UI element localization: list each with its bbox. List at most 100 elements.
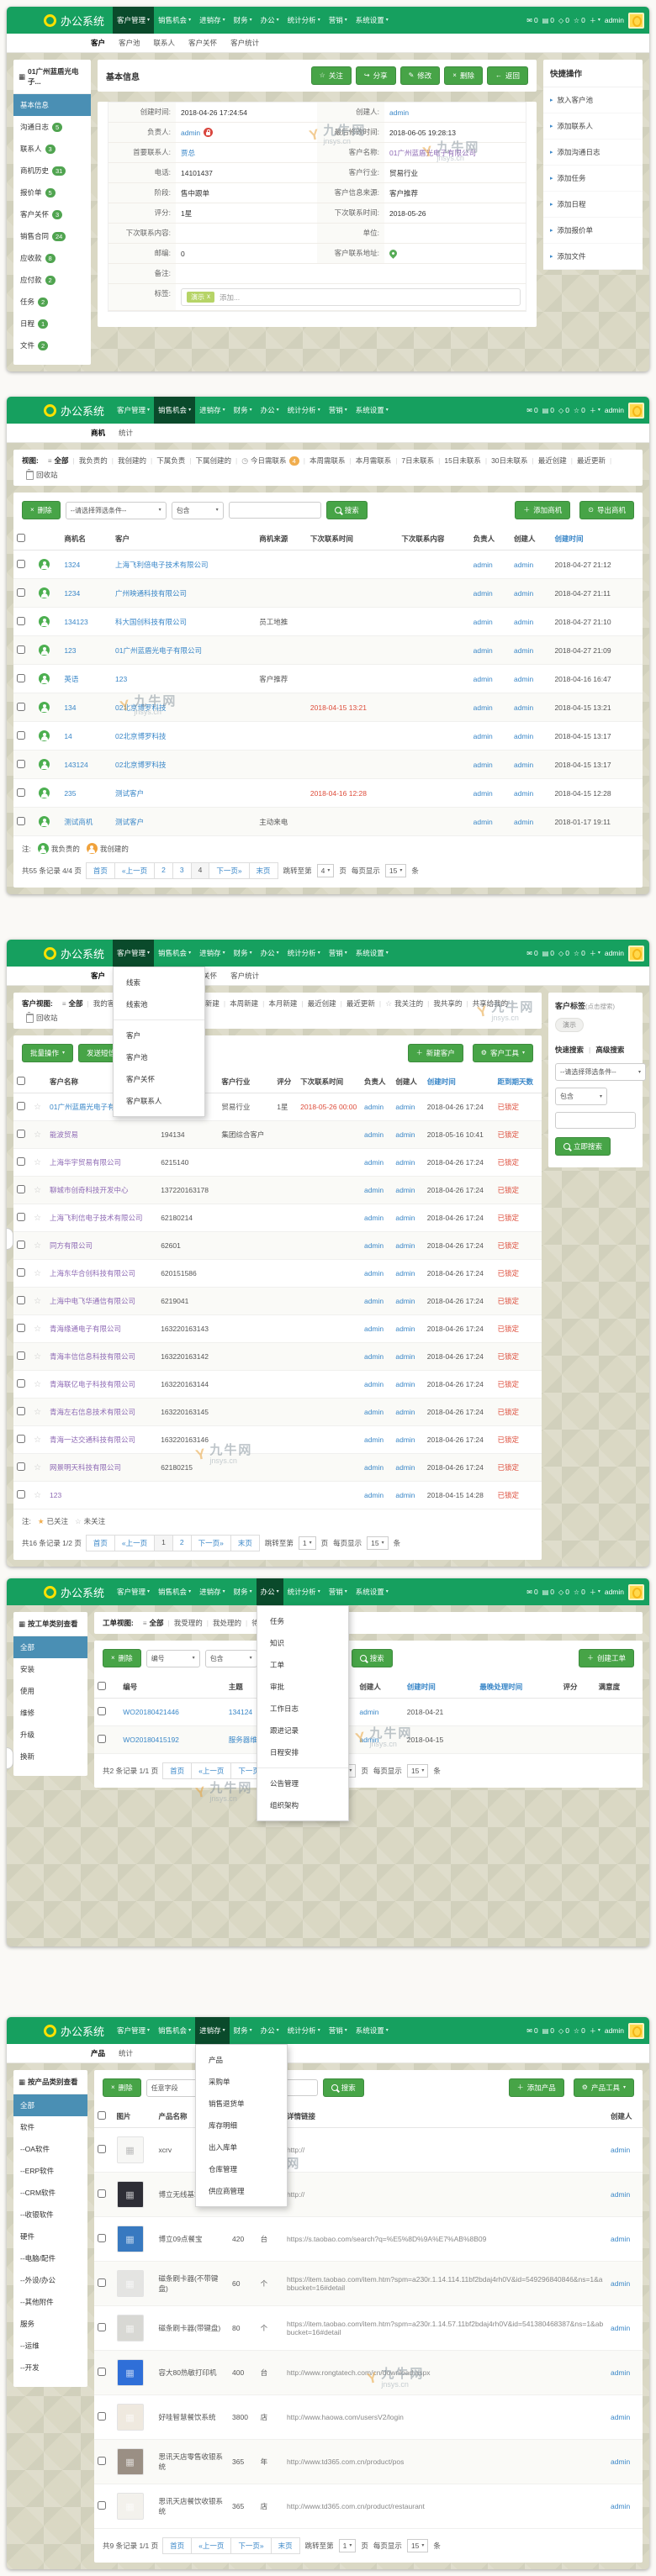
cell-url[interactable]: https://item.taobao.com/item.htm?spm=a23… [283,2262,607,2306]
sidebar-item-2[interactable]: 联系人3 [13,138,91,160]
calendar-icon[interactable]: ▤0 [542,1588,554,1596]
subnav-item-0[interactable]: 客户 [91,971,105,981]
view-filter-4[interactable]: 下属创建的 [191,456,235,466]
handheld-terminal[interactable]: ▦ [117,2226,144,2252]
nav-menu-5[interactable]: 统计分析▾ [283,940,325,967]
nav-menu-2[interactable]: 进销存▾ [195,2017,230,2044]
dropdown-item-0-1[interactable]: 知识 [257,1632,348,1654]
view-filter-5[interactable]: ◷今日需联系4 [237,456,304,466]
nav-menu-2[interactable]: 进销存▾ [195,7,230,34]
nav-menu-5[interactable]: 统计分析▾ [283,2017,325,2044]
page-button-3[interactable]: 末页 [271,2537,300,2554]
plus-button[interactable]: ＋添加商机 [515,501,570,519]
cell-creator[interactable]: admin [607,2484,643,2529]
view-filter-9[interactable]: 15日未联系 [440,456,484,466]
follow-star-icon[interactable]: ☆ [34,1297,41,1306]
dropdown-item-0-6[interactable]: 供应商管理 [196,2180,287,2202]
nav-menu-3[interactable]: 财务▾ [230,1578,257,1605]
cell-owner[interactable]: admin [361,1426,392,1454]
card-reader-keypad[interactable]: ▦ [117,2315,144,2342]
nav-menu-3[interactable]: 财务▾ [230,397,257,424]
mail-icon[interactable]: ✉0 [526,1588,537,1596]
tool-button[interactable]: ⚙客户工具▾ [473,1044,533,1062]
cell-owner[interactable]: admin [470,550,511,579]
cell-owner[interactable]: admin [470,665,511,693]
view-filter-6[interactable]: 本周需联系 [305,456,350,466]
user-name[interactable]: admin [605,1588,624,1596]
cell-name[interactable]: 青海联亿电子科技有限公司 [46,1371,157,1399]
page-button-1[interactable]: «上一页 [114,862,155,879]
nav-menu-5[interactable]: 统计分析▾ [283,397,325,424]
field-value-text[interactable]: 01广州蓝盾光电子有限公司 [389,148,476,158]
nav-menu-0[interactable]: 客户管理▾ [113,1578,154,1605]
cell-name[interactable]: 英语 [61,665,112,693]
view-filter-13[interactable]: 回收站 [22,470,62,480]
cell-name[interactable]: 134 [61,693,112,722]
row-checkbox[interactable] [17,1379,25,1388]
cell-creator[interactable]: admin [607,2395,643,2440]
cell-creator[interactable]: admin [392,1343,423,1371]
view-filter-1[interactable]: 我负责的 [75,456,112,466]
add-product-button[interactable]: ＋添加产品 [509,2078,564,2097]
cell-creator[interactable]: admin [607,2262,643,2306]
create-workorder-button[interactable]: ＋创建工单 [579,1649,634,1667]
filter-field-select[interactable]: --请选择筛选条件--▾ [66,502,167,519]
retail-pos[interactable]: ▦ [117,2448,144,2475]
follow-star-icon[interactable]: ☆ [34,1436,41,1445]
calendar-icon[interactable]: ▤0 [542,406,554,414]
cell-owner[interactable]: admin [470,579,511,608]
sidebar-item-11[interactable]: 文件2 [13,335,91,356]
user-name[interactable]: admin [605,406,624,414]
cell-name[interactable]: 上海中电飞华通信有限公司 [46,1288,157,1315]
cell-owner[interactable]: admin [361,1288,392,1315]
cell-creator[interactable]: admin [511,550,551,579]
sidebar-item-1[interactable]: 软件 [13,2116,87,2138]
calendar-icon[interactable]: ▤0 [542,2026,554,2035]
cell-name[interactable]: 1324 [61,550,112,579]
view-filter-4[interactable]: 本周新建 [225,998,262,1009]
nav-menu-3[interactable]: 财务▾ [230,7,257,34]
nav-menu-7[interactable]: 系统设置▾ [352,940,393,967]
cell-owner[interactable]: admin [470,693,511,722]
cell-name[interactable]: 测试商机 [61,808,112,836]
delete-button[interactable]: ×删除 [22,501,61,519]
page-button-1[interactable]: «上一页 [191,1762,231,1779]
nav-menu-4[interactable]: 办公▾ [257,1578,283,1605]
row-checkbox[interactable] [98,1682,106,1690]
diamond-icon[interactable]: ◇0 [558,2026,569,2035]
mail-icon[interactable]: ✉0 [526,949,537,957]
quick-action-0[interactable]: ▸放入客户池 [543,87,643,113]
user-name[interactable]: admin [605,2026,624,2035]
nav-menu-7[interactable]: 系统设置▾ [352,1578,393,1605]
cell-owner[interactable]: admin [470,751,511,779]
follow-star-icon[interactable]: ☆ [34,1325,41,1334]
star-icon[interactable]: ☆0 [574,2026,585,2035]
cell-owner[interactable]: admin [361,1454,392,1482]
subnav-item-4[interactable]: 客户统计 [230,38,259,48]
row-checkbox[interactable] [17,560,25,568]
subnav-item-1[interactable]: 统计 [119,428,133,438]
row-checkbox[interactable] [98,2457,106,2465]
follow-star-icon[interactable]: ☆ [34,1186,41,1195]
cell-customer[interactable]: 上海飞利倍电子技术有限公司 [112,550,256,579]
search-tab-1[interactable]: 高级搜索 [595,1045,624,1055]
cell-owner[interactable]: admin [361,1315,392,1343]
row-checkbox[interactable] [17,1296,25,1304]
row-checkbox[interactable] [17,1185,25,1193]
cell-name[interactable]: 123 [46,1482,157,1509]
sidebar-item-1[interactable]: 沟通日志5 [13,116,91,138]
card-reader[interactable]: ▦ [117,2270,144,2297]
cell-creator[interactable]: admin [511,693,551,722]
subnav-item-0[interactable]: 商机 [91,428,105,438]
cell-name[interactable]: 青海缘通电子有限公司 [46,1315,157,1343]
match-mode-select[interactable]: 包含▾ [555,1088,607,1105]
cell-url[interactable]: http:// [283,2128,607,2173]
row-checkbox[interactable] [98,2234,106,2242]
plus-button[interactable]: ＋新建客户 [408,1044,463,1062]
sidebar-item-11[interactable]: --运维 [13,2335,87,2357]
star-icon[interactable]: ☆0 [574,949,585,957]
page-button-0[interactable]: 首页 [86,862,115,879]
cell-url[interactable]: https://item.taobao.com/item.htm?spm=a23… [283,2306,607,2351]
sidebar-item-5[interactable]: 客户关怀3 [13,203,91,225]
follow-star-icon[interactable]: ☆ [34,1130,41,1140]
